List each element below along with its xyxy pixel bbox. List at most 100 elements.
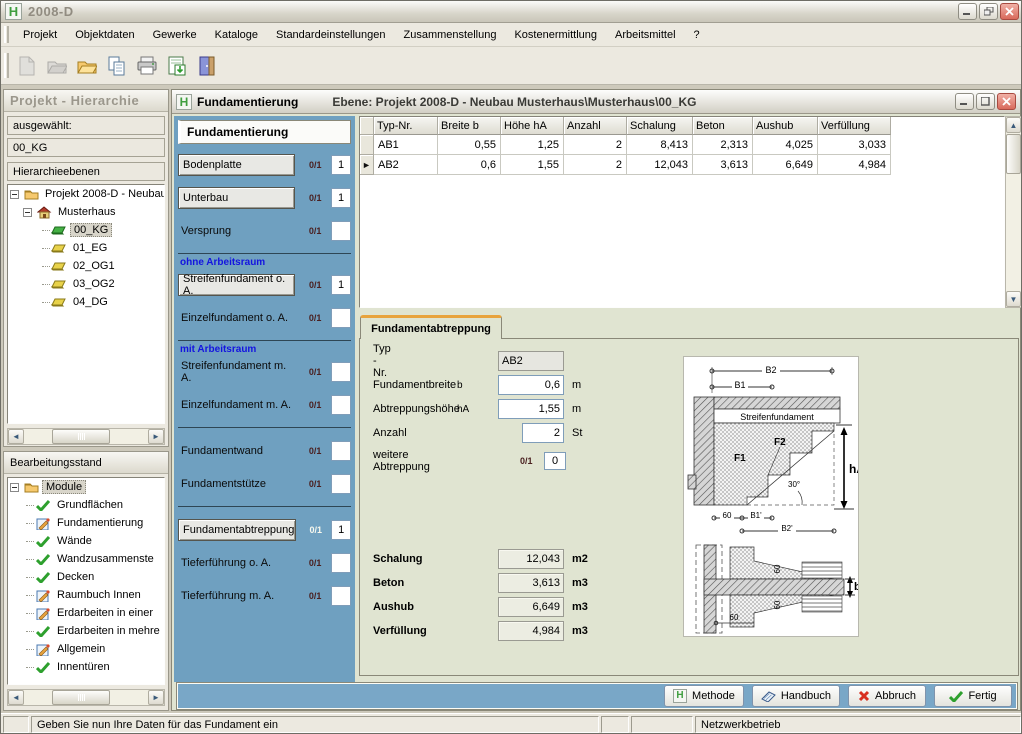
menu-kostenermittlung[interactable]: Kostenermittlung	[505, 26, 606, 44]
menu-projekt[interactable]: Projekt	[14, 26, 66, 44]
copy-icon[interactable]	[104, 53, 130, 79]
count-box[interactable]	[331, 553, 351, 573]
col-schalung[interactable]: Schalung	[627, 117, 693, 135]
scroll-left-icon[interactable]: ◄	[8, 429, 24, 444]
restore-button[interactable]	[979, 3, 998, 20]
menu-kataloge[interactable]: Kataloge	[206, 26, 267, 44]
scroll-up-icon[interactable]: ▲	[1006, 117, 1021, 133]
tree-item-module[interactable]: Module	[8, 478, 164, 496]
tree-item-allgemein[interactable]: Allgemein	[8, 640, 164, 658]
col-beton[interactable]: Beton	[693, 117, 753, 135]
tree-item-01eg[interactable]: 01_EG	[8, 239, 164, 257]
collapse-icon[interactable]	[23, 208, 32, 217]
nav-item-bodenplatte[interactable]: Bodenplatte 0/1 1	[178, 154, 351, 176]
menu-gewerke[interactable]: Gewerke	[144, 26, 206, 44]
weitere-abtreppung-input[interactable]: 0	[544, 452, 566, 470]
col-verfuellung[interactable]: Verfüllung	[818, 117, 891, 135]
tree-item-project[interactable]: Projekt 2008-D - Neubau	[8, 185, 164, 203]
export-sheet-icon[interactable]	[164, 53, 190, 79]
nav-item-streifenfundament-oa[interactable]: Streifenfundament o. A. 0/1 1	[178, 274, 351, 296]
methode-button[interactable]: H Methode	[664, 685, 744, 707]
nav-item-unterbau[interactable]: Unterbau 0/1 1	[178, 187, 351, 209]
nav-item-streifenfundament-ma[interactable]: Streifenfundament m. A. 0/1	[178, 361, 351, 383]
module-maximize-button[interactable]	[976, 93, 995, 110]
nav-item-versprung[interactable]: Versprung 0/1	[178, 220, 351, 242]
count-box[interactable]: 1	[331, 275, 351, 295]
tree-item-04dg[interactable]: 04_DG	[8, 293, 164, 311]
collapse-icon[interactable]	[10, 483, 19, 492]
scroll-down-icon[interactable]: ▼	[1006, 291, 1021, 307]
table-row-selected[interactable]: ► AB2 0,6 1,55 2 12,043 3,613 6,649 4,98…	[360, 155, 1004, 175]
scroll-thumb[interactable]	[52, 429, 110, 444]
collapse-icon[interactable]	[10, 190, 19, 199]
row-selector[interactable]	[360, 135, 374, 155]
open-folder-icon[interactable]	[74, 53, 100, 79]
tree-item-innentueren[interactable]: Innentüren	[8, 658, 164, 676]
count-box[interactable]	[331, 308, 351, 328]
count-box[interactable]	[331, 221, 351, 241]
tree-item-00kg[interactable]: 00_KG	[8, 221, 164, 239]
count-box[interactable]	[331, 474, 351, 494]
col-typ-nr[interactable]: Typ-Nr.	[374, 117, 438, 135]
abbruch-button[interactable]: Abbruch	[848, 685, 926, 707]
handbuch-button[interactable]: Handbuch	[752, 685, 840, 707]
count-box[interactable]: 1	[331, 520, 351, 540]
modules-hscrollbar[interactable]: ◄ ►	[7, 689, 165, 706]
scroll-thumb[interactable]	[52, 690, 110, 705]
count-box[interactable]	[331, 586, 351, 606]
count-box[interactable]	[331, 395, 351, 415]
col-anzahl[interactable]: Anzahl	[564, 117, 627, 135]
count-box[interactable]	[331, 362, 351, 382]
fertig-button[interactable]: Fertig	[934, 685, 1012, 707]
tree-item-wandzusammenstellung[interactable]: Wandzusammenste	[8, 550, 164, 568]
print-icon[interactable]	[134, 53, 160, 79]
scroll-right-icon[interactable]: ►	[148, 429, 164, 444]
col-hoehe[interactable]: Höhe hA	[501, 117, 564, 135]
tree-item-grundflaechen[interactable]: Grundflächen	[8, 496, 164, 514]
tree-item-02og1[interactable]: 02_OG1	[8, 257, 164, 275]
tree-item-erdarbeiten-einer[interactable]: Erdarbeiten in einer	[8, 604, 164, 622]
module-close-button[interactable]	[997, 93, 1016, 110]
nav-item-einzelfundament-oa[interactable]: Einzelfundament o. A. 0/1	[178, 307, 351, 329]
tree-item-erdarbeiten-mehreren[interactable]: Erdarbeiten in mehre	[8, 622, 164, 640]
nav-item-fundamentwand[interactable]: Fundamentwand 0/1	[178, 440, 351, 462]
count-box[interactable]: 1	[331, 155, 351, 175]
count-box[interactable]: 1	[331, 188, 351, 208]
tree-item-raumbuch[interactable]: Raumbuch Innen	[8, 586, 164, 604]
minimize-button[interactable]	[958, 3, 977, 20]
module-minimize-button[interactable]	[955, 93, 974, 110]
open-project-icon[interactable]	[44, 53, 70, 79]
nav-item-tieferfuehrung-ma[interactable]: Tieferführung m. A. 0/1	[178, 585, 351, 607]
table-vscrollbar[interactable]: ▲ ▼	[1005, 116, 1022, 308]
exit-door-icon[interactable]	[194, 53, 220, 79]
nav-item-tieferfuehrung-oa[interactable]: Tieferführung o. A. 0/1	[178, 552, 351, 574]
menu-standardeinstellungen[interactable]: Standardeinstellungen	[267, 26, 394, 44]
tree-item-musterhaus[interactable]: Musterhaus	[8, 203, 164, 221]
nav-item-einzelfundament-ma[interactable]: Einzelfundament m. A. 0/1	[178, 394, 351, 416]
fundamentbreite-input[interactable]: 0,6	[498, 375, 564, 395]
anzahl-input[interactable]: 2	[522, 423, 564, 443]
tree-item-03og2[interactable]: 03_OG2	[8, 275, 164, 293]
scroll-thumb[interactable]	[1006, 134, 1021, 174]
menu-help[interactable]: ?	[685, 26, 709, 44]
scroll-right-icon[interactable]: ►	[148, 690, 164, 705]
tree-item-fundamentierung[interactable]: Fundamentierung	[8, 514, 164, 532]
tree-item-decken[interactable]: Decken	[8, 568, 164, 586]
menu-objektdaten[interactable]: Objektdaten	[66, 26, 143, 44]
nav-item-fundamentabtreppung[interactable]: Fundamentabtreppung 0/1 1	[178, 519, 351, 541]
col-aushub[interactable]: Aushub	[753, 117, 818, 135]
nav-item-fundamentstuetze[interactable]: Fundamentstütze 0/1	[178, 473, 351, 495]
table-row[interactable]: AB1 0,55 1,25 2 8,413 2,313 4,025 3,033	[360, 135, 1004, 155]
menu-zusammenstellung[interactable]: Zusammenstellung	[395, 26, 506, 44]
tree-item-waende[interactable]: Wände	[8, 532, 164, 550]
hierarchy-hscrollbar[interactable]: ◄ ►	[7, 428, 165, 445]
count-box[interactable]	[331, 441, 351, 461]
tab-fundamentabtreppung[interactable]: Fundamentabtreppung	[360, 315, 502, 339]
new-document-icon[interactable]	[14, 53, 40, 79]
row-selector-marker[interactable]: ►	[360, 155, 374, 175]
abtreppungshoehe-input[interactable]: 1,55	[498, 399, 564, 419]
menu-arbeitsmittel[interactable]: Arbeitsmittel	[606, 26, 685, 44]
close-button[interactable]	[1000, 3, 1019, 20]
col-breite[interactable]: Breite b	[438, 117, 501, 135]
scroll-left-icon[interactable]: ◄	[8, 690, 24, 705]
